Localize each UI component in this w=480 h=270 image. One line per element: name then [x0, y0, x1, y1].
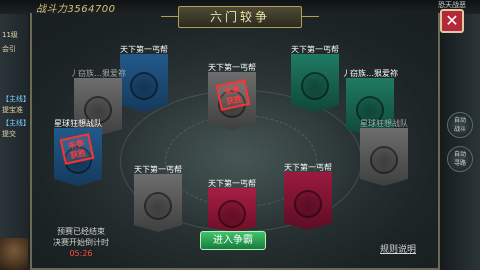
auto-path-label: 自动 寻路: [453, 151, 466, 167]
sect-slot-6[interactable]: 星球狂想战队 未参 获胜: [36, 118, 120, 198]
auto-battle-label: 自动 战斗: [453, 117, 466, 133]
sect-emblem-icon: [218, 200, 246, 228]
sect-slot-9[interactable]: 天下第一丐帮: [266, 162, 350, 242]
sect-banner: [360, 128, 408, 186]
sect-banner: [134, 174, 182, 232]
auto-battle-button[interactable]: 自动 战斗: [447, 112, 473, 138]
countdown-timer: 05:26: [69, 249, 93, 258]
sect-banner: [284, 172, 332, 230]
sect-emblem-icon: [144, 192, 172, 220]
sect-name: 天下第一丐帮: [120, 45, 168, 54]
sect-name: 天下第一丐帮: [284, 163, 332, 172]
auto-path-button[interactable]: 自动 寻路: [447, 146, 473, 172]
close-button[interactable]: ✕: [440, 9, 464, 33]
sect-emblem-icon: [370, 146, 398, 174]
close-icon: ✕: [445, 11, 459, 30]
sect-name: 天下第一丐帮: [291, 45, 339, 54]
sect-emblem-icon: [301, 72, 329, 100]
status-line-prelim: 预赛已经结束: [57, 227, 105, 236]
rules-link[interactable]: 规则说明: [380, 242, 416, 255]
sect-name: 天下第一丐帮: [134, 165, 182, 174]
sect-slot-8[interactable]: 天下第一丐帮: [116, 164, 200, 244]
sect-name: 丿窃族…狠爱祢: [70, 69, 126, 78]
sect-slot-5[interactable]: 天下第一丐帮 未参 获胜: [190, 62, 274, 142]
dialog-title: 六门较争: [161, 6, 319, 28]
player-avatar[interactable]: [0, 238, 28, 270]
sect-name: 丿窃族…狠爱祢: [342, 69, 398, 78]
right-action-strip: [440, 14, 480, 270]
sect-name: 星球狂想战队: [360, 119, 408, 128]
sect-emblem-icon: [294, 190, 322, 218]
left-chip-submit[interactable]: 提交: [2, 129, 26, 141]
sect-banner: [208, 188, 256, 232]
match-status: 预赛已经结束 决赛开始倒计时 05:26: [40, 226, 122, 259]
status-line-final: 决赛开始倒计时: [53, 238, 109, 247]
game-scene: 战斗力3564700 恐天战恶 11级 会引 【主线】 提宝准 【主线】 提交 …: [0, 0, 480, 270]
left-chip-level[interactable]: 11级: [2, 30, 26, 42]
sect-name: 星球狂想战队: [54, 119, 102, 128]
sect-slot-10[interactable]: 天下第一丐帮: [190, 178, 274, 234]
sect-slot-7[interactable]: 星球狂想战队: [342, 118, 426, 198]
left-chip-1[interactable]: 会引: [2, 44, 26, 56]
sect-name: 天下第一丐帮: [208, 63, 256, 72]
left-chip-quest-desc[interactable]: 提宝准: [2, 105, 26, 117]
sect-name: 天下第一丐帮: [208, 179, 256, 188]
enter-battle-button[interactable]: 进入争霸: [200, 231, 266, 250]
